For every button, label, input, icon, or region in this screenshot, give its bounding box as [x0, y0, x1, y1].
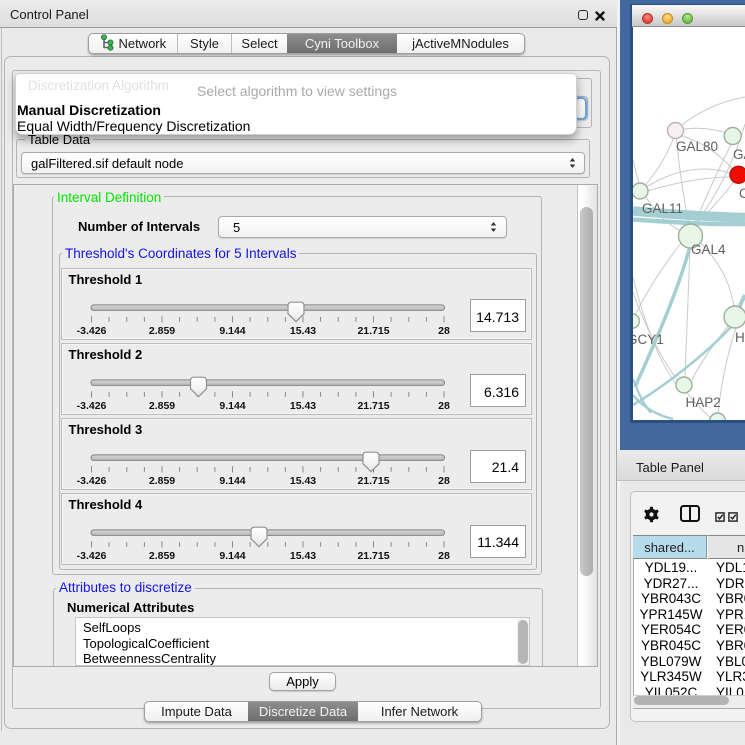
svg-text:28: 28	[438, 400, 450, 412]
svg-text:9.144: 9.144	[219, 475, 245, 487]
svg-text:GA: GA	[733, 147, 745, 162]
svg-text:21.715: 21.715	[357, 550, 389, 562]
svg-text:-3.426: -3.426	[77, 324, 107, 336]
svg-text:GCY1: GCY1	[633, 332, 664, 347]
svg-text:15.43: 15.43	[290, 324, 316, 336]
svg-text:2.859: 2.859	[149, 324, 175, 336]
svg-text:28: 28	[438, 550, 450, 562]
svg-text:21.715: 21.715	[357, 324, 389, 336]
svg-text:21.715: 21.715	[357, 400, 389, 412]
svg-text:-3.426: -3.426	[77, 550, 107, 562]
svg-text:21.715: 21.715	[357, 475, 389, 487]
svg-text:-3.426: -3.426	[77, 400, 107, 412]
svg-text:-3.426: -3.426	[77, 475, 107, 487]
svg-text:Threshold 1: Threshold 1	[69, 272, 143, 287]
svg-text:15.43: 15.43	[290, 400, 316, 412]
svg-text:Threshold 4: Threshold 4	[69, 497, 143, 512]
svg-text:GAL11: GAL11	[642, 201, 683, 216]
svg-text:15.43: 15.43	[290, 475, 316, 487]
svg-text:Threshold 3: Threshold 3	[69, 422, 143, 437]
svg-text:9.144: 9.144	[219, 400, 245, 412]
svg-text:HAP2: HAP2	[686, 395, 721, 410]
svg-text:H: H	[735, 330, 745, 345]
svg-text:9.144: 9.144	[219, 550, 245, 562]
svg-text:Threshold 2: Threshold 2	[69, 347, 143, 362]
svg-text:15.43: 15.43	[290, 550, 316, 562]
svg-text:2.859: 2.859	[149, 400, 175, 412]
svg-text:GAL80: GAL80	[676, 139, 718, 154]
svg-text:GAL4: GAL4	[691, 242, 726, 257]
svg-text:28: 28	[438, 324, 450, 336]
svg-text:9.144: 9.144	[219, 324, 245, 336]
svg-text:28: 28	[438, 475, 450, 487]
svg-text:C: C	[739, 186, 745, 201]
svg-text:2.859: 2.859	[149, 550, 175, 562]
svg-text:2.859: 2.859	[149, 475, 175, 487]
